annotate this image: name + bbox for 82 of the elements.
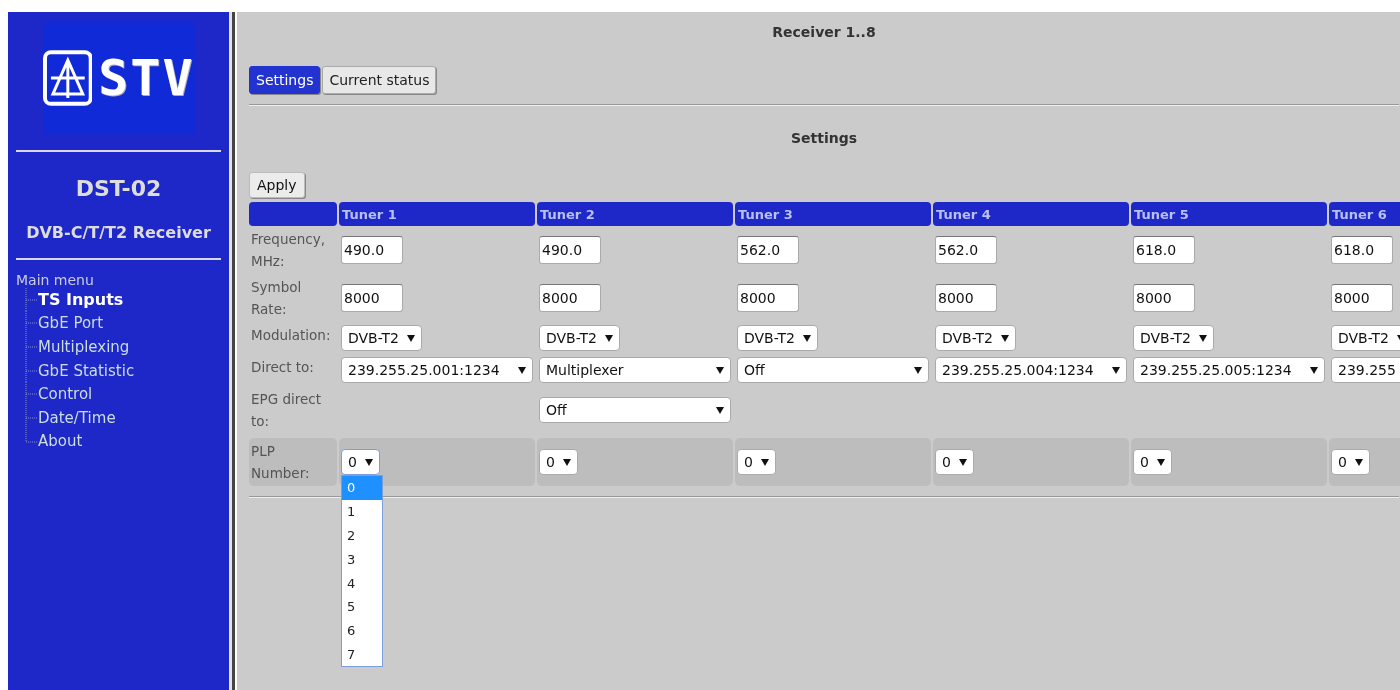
frequency-field[interactable]: 562.0 [737, 236, 799, 264]
tab[interactable]: Settings [249, 66, 321, 94]
tree-connector-icon [24, 311, 38, 336]
tuner-header: Tuner 2 [537, 202, 733, 226]
plp-select[interactable]: 0 [1133, 449, 1172, 475]
tree-connector-icon [24, 287, 38, 312]
direct-to-select[interactable]: Off [737, 357, 929, 383]
direct-to-select[interactable]: Multiplexer [539, 357, 731, 383]
menu-item[interactable]: Multiplexing [38, 338, 130, 356]
caret-icon [604, 334, 613, 342]
caret-icon [1310, 366, 1318, 374]
direct-to-select[interactable]: 239.255.25.005:1234 [1133, 357, 1325, 383]
caret-icon [1198, 334, 1207, 342]
modulation-select[interactable]: DVB-T2 [341, 325, 422, 351]
symbol-rate-field[interactable]: 8000 [737, 284, 799, 312]
menu-item[interactable]: GbE Statistic [38, 361, 135, 380]
caret-icon [364, 458, 373, 466]
tree-connector-icon [24, 382, 38, 407]
caret-icon [1000, 334, 1009, 342]
row-label: Symbol Rate: [250, 278, 303, 319]
menu-item[interactable]: Control [38, 385, 93, 404]
logo-emblem-icon [42, 50, 93, 106]
section-title: Settings [789, 130, 859, 146]
caret-icon [1112, 366, 1120, 374]
caret-icon [914, 366, 922, 374]
caret-icon [760, 458, 769, 466]
modulation-select[interactable]: DVB-T2 [1331, 325, 1400, 351]
direct-to-select[interactable]: 239.255.25.004:1234 [935, 357, 1127, 383]
symbol-rate-field[interactable]: 8000 [1331, 284, 1393, 312]
frequency-field[interactable]: 618.0 [1133, 236, 1195, 264]
frequency-field[interactable]: 490.0 [539, 236, 601, 264]
plp-select[interactable]: 0 [539, 449, 578, 475]
plp-select[interactable]: 0 [935, 449, 974, 475]
direct-to-select[interactable]: 239.255 [1331, 357, 1400, 383]
modulation-select[interactable]: DVB-T2 [1133, 325, 1214, 351]
device-subtitle: DVB-C/T/T2 Receiver [25, 223, 212, 242]
menu-item[interactable]: Date/Time [38, 408, 116, 427]
tab[interactable]: Current status [322, 66, 437, 94]
frequency-field[interactable]: 490.0 [341, 236, 403, 264]
modulation-select[interactable]: DVB-T2 [539, 325, 620, 351]
plp-select[interactable]: 0 [341, 449, 380, 475]
menu-title: Main menu [16, 272, 95, 288]
plp-select[interactable]: 0 [737, 449, 776, 475]
caret-icon [1354, 458, 1363, 466]
menu-item[interactable]: About [38, 432, 83, 451]
device-name: DST-02 [74, 176, 163, 201]
plp-select[interactable]: 0 [1331, 449, 1370, 475]
logo: STV [42, 22, 195, 134]
menu-item[interactable]: GbE Port [38, 314, 104, 333]
frequency-field[interactable]: 562.0 [935, 236, 997, 264]
direct-to-select[interactable]: 239.255.25.001:1234 [341, 357, 533, 383]
tree-connector-icon [24, 335, 38, 359]
caret-icon [562, 458, 571, 466]
caret-icon [716, 406, 724, 414]
row-label: Direct to: [250, 358, 315, 377]
caret-icon [716, 366, 724, 374]
menu-item[interactable]: TS Inputs [38, 290, 124, 310]
apply-button[interactable]: Apply [249, 172, 305, 198]
symbol-rate-field[interactable]: 8000 [341, 284, 403, 312]
tuner-header: Tuner 3 [735, 202, 931, 226]
row-label: Modulation: [250, 326, 332, 345]
page-title: Receiver 1..8 [771, 23, 877, 40]
symbol-rate-field[interactable]: 8000 [935, 284, 997, 312]
row-label: EPG direct to: [250, 390, 323, 431]
row-label: PLP Number: [249, 438, 337, 486]
tuner-header: Tuner 1 [339, 202, 535, 226]
tuner-header: Tuner 6 [1329, 202, 1400, 226]
row-label: Frequency, MHz: [250, 230, 327, 271]
caret-icon [1156, 458, 1165, 466]
caret-icon [518, 366, 526, 374]
caret-icon [406, 334, 415, 342]
symbol-rate-field[interactable]: 8000 [539, 284, 601, 312]
frequency-field[interactable]: 618.0 [1331, 236, 1393, 264]
caret-icon [958, 458, 967, 466]
tree-connector-icon [24, 358, 38, 383]
caret-icon [802, 334, 811, 342]
epg-select[interactable]: Off [539, 397, 731, 423]
modulation-select[interactable]: DVB-T2 [935, 325, 1016, 351]
tuner-header: Tuner 5 [1131, 202, 1327, 226]
tuner-header: Tuner 4 [933, 202, 1129, 226]
modulation-select[interactable]: DVB-T2 [737, 325, 818, 351]
symbol-rate-field[interactable]: 8000 [1133, 284, 1195, 312]
